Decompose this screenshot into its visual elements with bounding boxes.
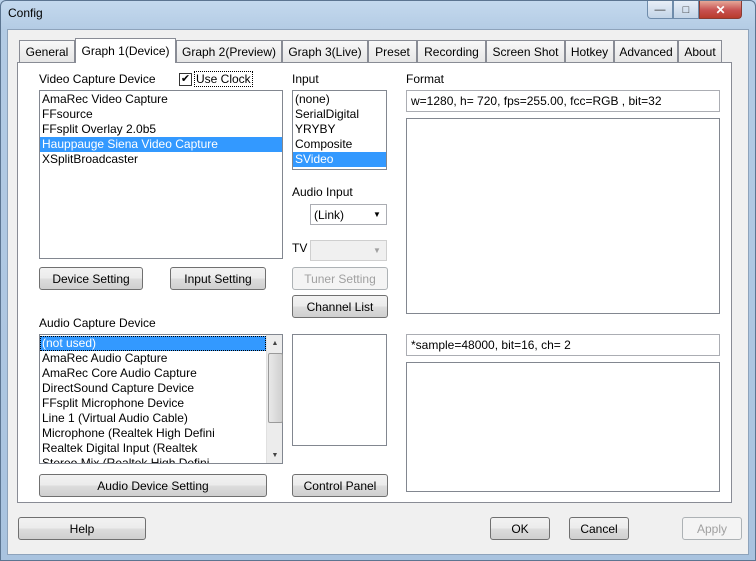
list-item[interactable]: YRYBY xyxy=(293,122,386,137)
close-icon: ✕ xyxy=(715,2,726,17)
tab-advanced[interactable]: Advanced xyxy=(614,40,678,62)
tv-select[interactable]: ▼ xyxy=(310,240,387,261)
list-item[interactable]: DirectSound Capture Device xyxy=(40,381,266,396)
audio-format-field[interactable]: *sample=48000, bit=16, ch= 2 xyxy=(406,334,720,356)
help-button[interactable]: Help xyxy=(18,517,146,540)
ok-button[interactable]: OK xyxy=(490,517,550,540)
tab-graph3-live[interactable]: Graph 3(Live) xyxy=(282,40,368,62)
scroll-up-icon[interactable]: ▲ xyxy=(267,335,283,351)
audio-input-select[interactable]: (Link) ▼ xyxy=(310,204,387,225)
control-panel-button[interactable]: Control Panel xyxy=(292,474,388,497)
list-item-selected[interactable]: SVideo xyxy=(293,152,386,167)
tuner-setting-button[interactable]: Tuner Setting xyxy=(292,267,388,290)
list-item[interactable]: Stereo Mix (Realtek High Defini xyxy=(40,456,266,463)
tab-graph2-preview[interactable]: Graph 2(Preview) xyxy=(176,40,282,62)
scroll-down-icon[interactable]: ▼ xyxy=(267,447,283,463)
audio-device-setting-button[interactable]: Audio Device Setting xyxy=(39,474,267,497)
device-setting-button[interactable]: Device Setting xyxy=(39,267,143,290)
minimize-icon: — xyxy=(654,3,666,16)
input-label: Input xyxy=(292,72,319,86)
list-item[interactable]: (none) xyxy=(293,92,386,107)
apply-button[interactable]: Apply xyxy=(682,517,742,540)
tab-preset[interactable]: Preset xyxy=(368,40,417,62)
tab-screen-shot[interactable]: Screen Shot xyxy=(486,40,565,62)
video-capture-device-list[interactable]: AmaRec Video Capture FFsource FFsplit Ov… xyxy=(39,90,283,259)
tab-hotkey[interactable]: Hotkey xyxy=(565,40,614,62)
maximize-icon: □ xyxy=(682,3,690,16)
audio-format-list[interactable] xyxy=(406,362,720,492)
minimize-button[interactable]: — xyxy=(647,1,673,19)
format-label: Format xyxy=(406,72,445,86)
input-setting-button[interactable]: Input Setting xyxy=(170,267,266,290)
tab-general[interactable]: General xyxy=(19,40,75,62)
checkmark-icon: ✔ xyxy=(180,73,191,85)
chevron-down-icon: ▼ xyxy=(373,246,381,255)
audio-list-scrollbar[interactable]: ▲ ▼ xyxy=(266,335,283,463)
window-title: Config xyxy=(8,6,43,20)
tab-about[interactable]: About xyxy=(678,40,722,62)
scrollbar-thumb[interactable] xyxy=(268,353,283,423)
list-item[interactable]: Composite xyxy=(293,137,386,152)
tab-recording[interactable]: Recording xyxy=(417,40,486,62)
video-format-list[interactable] xyxy=(406,118,720,314)
use-clock-label[interactable]: Use Clock xyxy=(194,71,253,87)
list-item[interactable]: FFsplit Overlay 2.0b5 xyxy=(40,122,282,137)
list-item[interactable]: FFsplit Microphone Device xyxy=(40,396,266,411)
audio-input-label: Audio Input xyxy=(292,185,353,199)
close-button[interactable]: ✕ xyxy=(699,1,742,19)
channel-list-button[interactable]: Channel List xyxy=(292,295,388,318)
list-item[interactable]: Line 1 (Virtual Audio Cable) xyxy=(40,411,266,426)
maximize-button[interactable]: □ xyxy=(673,1,699,19)
list-item[interactable]: SerialDigital xyxy=(293,107,386,122)
video-format-field[interactable]: w=1280, h= 720, fps=255.00, fcc=RGB , bi… xyxy=(406,90,720,112)
list-item[interactable]: AmaRec Video Capture xyxy=(40,92,282,107)
tab-graph1-device[interactable]: Graph 1(Device) xyxy=(75,38,176,63)
list-item[interactable]: AmaRec Audio Capture xyxy=(40,351,266,366)
list-item[interactable]: FFsource xyxy=(40,107,282,122)
list-item-selected[interactable]: (not used) xyxy=(40,336,266,351)
input-list[interactable]: (none) SerialDigital YRYBY Composite SVi… xyxy=(292,90,387,170)
video-capture-device-label: Video Capture Device xyxy=(39,72,156,86)
list-item[interactable]: XSplitBroadcaster xyxy=(40,152,282,167)
audio-input-list[interactable] xyxy=(292,334,387,446)
cancel-button[interactable]: Cancel xyxy=(569,517,629,540)
use-clock-checkbox[interactable]: ✔ xyxy=(179,73,192,86)
audio-capture-device-list[interactable]: (not used) AmaRec Audio Capture AmaRec C… xyxy=(39,334,283,464)
list-item[interactable]: AmaRec Core Audio Capture xyxy=(40,366,266,381)
list-item[interactable]: Realtek Digital Input (Realtek xyxy=(40,441,266,456)
list-item[interactable]: Microphone (Realtek High Defini xyxy=(40,426,266,441)
list-item-selected[interactable]: Hauppauge Siena Video Capture xyxy=(40,137,282,152)
audio-input-value: (Link) xyxy=(314,208,345,222)
audio-capture-device-label: Audio Capture Device xyxy=(39,316,156,330)
chevron-down-icon: ▼ xyxy=(373,210,381,219)
tv-label: TV xyxy=(292,241,308,255)
